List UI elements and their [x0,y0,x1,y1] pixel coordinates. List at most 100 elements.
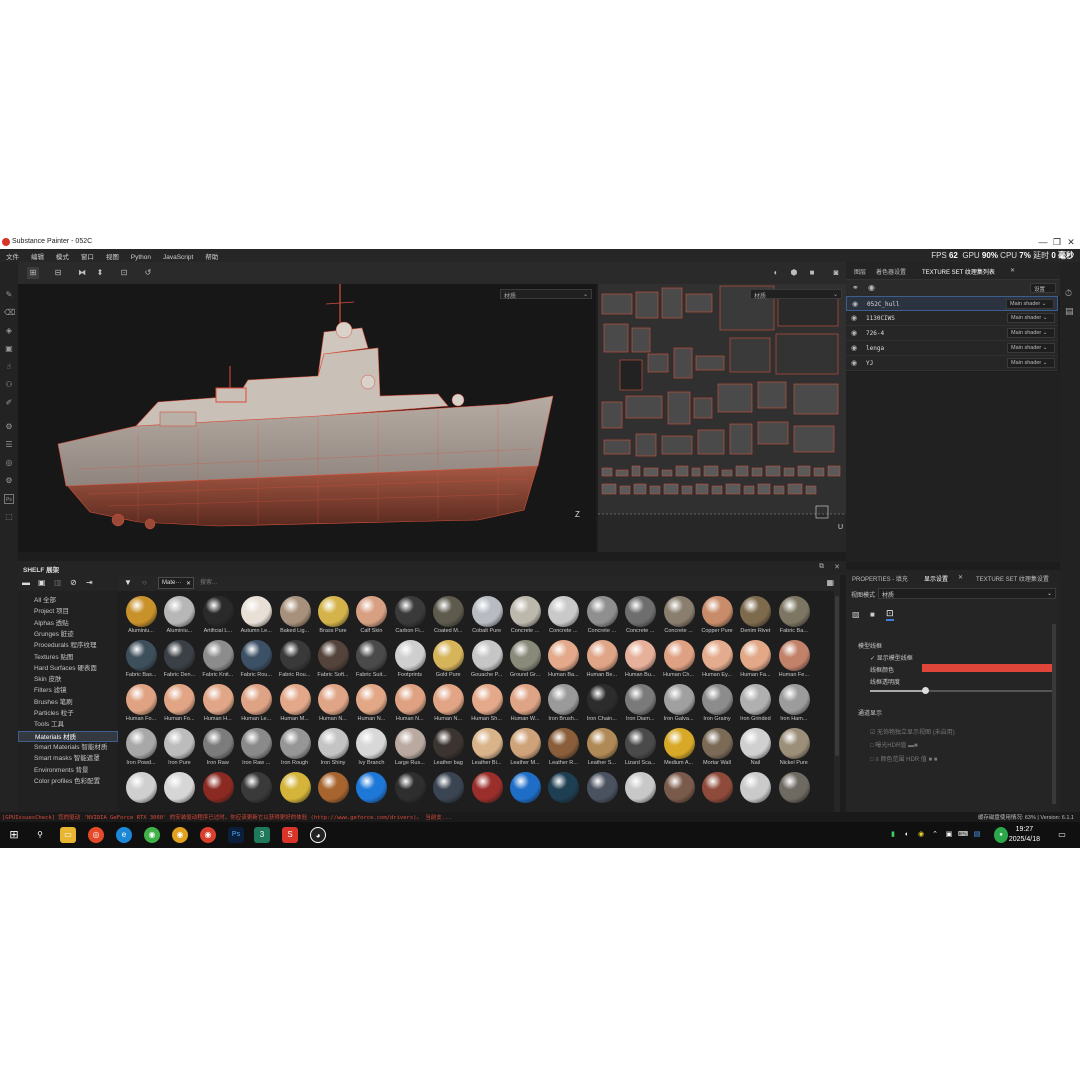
material-thumbnail[interactable]: Brass Pure [314,593,352,637]
eraser-icon[interactable]: ⌫ [4,308,15,318]
material-thumbnail[interactable]: Fabric Rou... [276,637,314,681]
fit-icon[interactable]: ⊡ [118,267,130,279]
viewport-2d-uv[interactable]: 材质 ⌄ U [598,284,846,552]
material-thumbnail[interactable]: Coated M... [429,593,467,637]
shelf-category-item[interactable]: Brushes 笔刷 [18,697,118,708]
link-icon[interactable]: ⚭ [852,283,859,292]
tray-yellow-icon[interactable]: ◉ [916,827,926,843]
menu-file[interactable]: 文件 [1,249,24,263]
menu-edit[interactable]: 编辑 [26,249,49,263]
maximize-button[interactable]: ❐ [1050,237,1064,248]
material-thumbnail[interactable]: Cobalt Pure [468,593,506,637]
shader-select[interactable]: Main shader ⌄ [1006,299,1054,309]
material-thumbnail[interactable]: Fabric Soft... [314,637,352,681]
tab-shader-settings[interactable]: 着色器设置 [876,267,906,276]
material-thumbnail[interactable] [352,769,390,812]
substance-painter-icon[interactable]: S [282,827,298,843]
eye-icon[interactable]: ◉ [851,329,857,337]
shelf-category-item[interactable]: Project 项目 [18,606,118,617]
shelf-category-item[interactable]: All 全部 [18,595,118,606]
material-thumbnail[interactable]: Human W... [506,681,544,725]
close-tab-icon[interactable]: ✕ [958,574,963,581]
eye-icon[interactable]: ◉ [851,359,857,367]
shelf-category-item[interactable]: Hard Surfaces 硬表面 [18,663,118,674]
slider-handle[interactable] [921,687,929,694]
eye-icon[interactable]: ◉ [852,300,858,308]
flip-icon[interactable]: ⬍ [94,267,106,279]
shelf-category-item[interactable]: Procedurals 程序纹理 [18,640,118,651]
display-mode-icon[interactable]: ◐ [770,267,782,279]
clone-icon[interactable]: ⚇ [4,380,14,390]
material-thumbnail[interactable] [237,769,275,812]
material-thumbnail[interactable]: Human H... [199,681,237,725]
material-thumbnail[interactable]: Aluminiu... [122,593,160,637]
material-thumbnail[interactable]: Human Sh... [468,681,506,725]
material-thumbnail[interactable]: Iron Rough [276,725,314,769]
hide-icon[interactable]: ⊘ [70,578,77,587]
tab-properties-fill[interactable]: PROPERTIES - 填充 [852,574,908,583]
material-thumbnail[interactable] [314,769,352,812]
menu-view[interactable]: 视图 [101,249,124,263]
reset-view-icon[interactable]: ↺ [142,267,154,279]
tab-layers[interactable]: 图层 [854,267,866,276]
material-thumbnail[interactable]: Gold Pure [429,637,467,681]
cube-icon[interactable]: ⬢ [788,267,800,279]
scroll-thumb[interactable] [835,596,839,756]
menu-window[interactable]: 窗口 [76,249,99,263]
material-thumbnail[interactable] [199,769,237,812]
material-thumbnail[interactable]: Human N... [429,681,467,725]
edge-icon[interactable]: e [116,827,132,843]
folder-icon[interactable]: ▬ [22,578,30,587]
color-picker-icon[interactable]: ✐ [4,398,14,408]
material-thumbnail[interactable]: Human Bu... [621,637,659,681]
material-thumbnail[interactable]: Fabric Suit... [352,637,390,681]
material-thumbnail[interactable]: Carbon Fi... [391,593,429,637]
material-thumbnail[interactable]: Copper Pure [698,593,736,637]
material-thumbnail[interactable]: Medium A... [660,725,698,769]
file-explorer-icon[interactable]: ▭ [60,827,76,843]
material-thumbnail[interactable]: Artificial L... [199,593,237,637]
material-thumbnail[interactable] [391,769,429,812]
view-3d-2d-icon[interactable]: ⊞ [27,267,39,279]
view-mode-select[interactable]: 材质 ⌄ [878,588,1056,599]
material-thumbnail[interactable]: Iron Diam... [621,681,659,725]
shelf-close-icon[interactable]: ✕ [834,563,840,571]
geometry-fill-icon[interactable]: ▣ [4,344,14,354]
delete-icon[interactable]: ▥ [54,578,62,587]
filter-icon[interactable]: ▼ [124,578,132,587]
shelf-category-item[interactable]: Alphas 透贴 [18,618,118,629]
material-thumbnail[interactable] [468,769,506,812]
material-thumbnail[interactable]: Concrete ... [583,593,621,637]
material-thumbnail[interactable]: Concrete ... [660,593,698,637]
show-wireframe-checkbox[interactable]: ✓ 显示模型线框 [870,653,913,662]
material-thumbnail[interactable]: Human Fo... [160,681,198,725]
material-thumbnail[interactable]: Leather S... [583,725,621,769]
material-thumbnail[interactable]: Gouache P... [468,637,506,681]
material-thumbnail[interactable] [506,769,544,812]
screenshot-icon[interactable]: ◙ [830,267,842,279]
shelf-category-item[interactable]: Smart Materials 智能材质 [18,742,118,753]
material-thumbnail[interactable] [160,769,198,812]
overlay-checkbox[interactable]: ☑ 无饰物独立显示视图 (未启用) [870,727,955,736]
shelf-category-item[interactable]: Color profiles 色彩配置 [18,776,118,787]
import-icon[interactable]: ⇥ [86,578,93,587]
photoshop-export-icon[interactable]: Ps [4,494,14,504]
material-thumbnail[interactable]: Denim Rivet [736,593,774,637]
tray-blue-icon[interactable]: ▤ [972,827,982,843]
camera-settings-icon[interactable]: ■ [870,610,875,619]
material-thumbnail[interactable] [698,769,736,812]
symmetry-icon[interactable]: ⧓ [76,267,88,279]
material-thumbnail[interactable] [736,769,774,812]
material-thumbnail[interactable]: Human Fo... [122,681,160,725]
material-thumbnail[interactable]: Iron Grainy [698,681,736,725]
material-thumbnail[interactable]: Iron Powd... [122,725,160,769]
smudge-icon[interactable]: ☝ [4,362,14,372]
menu-help[interactable]: 帮助 [200,249,223,263]
shelf-category-item[interactable]: Particles 粒子 [18,708,118,719]
view-3d-icon[interactable]: ⊟ [52,267,64,279]
texture-set-row[interactable]: ◉ 052C_hull Main shader ⌄ [846,296,1058,311]
app-3-icon[interactable]: 3 [254,827,270,843]
material-thumbnail[interactable]: Lizard Sca... [621,725,659,769]
visibility-icon[interactable]: ◉ [868,283,875,292]
material-thumbnail[interactable]: Concrete ... [506,593,544,637]
